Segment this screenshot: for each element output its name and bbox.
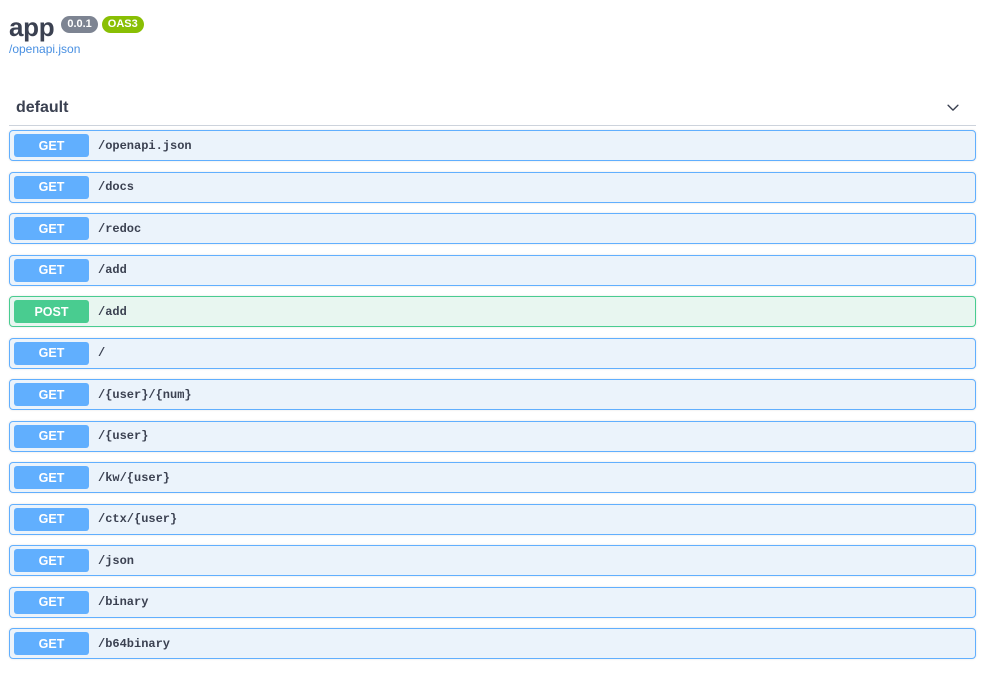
http-method-badge: GET <box>14 383 89 406</box>
endpoint-path: /json <box>98 553 135 568</box>
operation-row[interactable]: GET /add <box>9 254 976 286</box>
operation-row[interactable]: GET /{user} <box>9 420 976 452</box>
operation-row[interactable]: GET /json <box>9 545 976 576</box>
endpoint-path: /redoc <box>98 221 142 236</box>
operation-row[interactable]: GET /openapi.json <box>9 130 976 161</box>
operation-row[interactable]: GET /ctx/{user} <box>9 503 976 535</box>
api-info: app 0.0.1 OAS3 /openapi.json <box>9 12 144 56</box>
http-method-badge: GET <box>14 175 89 199</box>
title-row: app 0.0.1 OAS3 <box>9 12 144 42</box>
tag-name: default <box>16 98 69 116</box>
http-method-badge: GET <box>14 134 89 157</box>
operations-list: GET /openapi.json GET /docs GET /redoc G… <box>9 130 976 670</box>
endpoint-path: /b64binary <box>98 636 171 651</box>
http-method-badge: POST <box>14 300 89 323</box>
endpoint-path: /openapi.json <box>98 138 192 153</box>
endpoint-path: /add <box>98 263 127 277</box>
operation-row[interactable]: GET / <box>9 337 976 369</box>
endpoint-path: /add <box>98 304 127 319</box>
http-method-badge: GET <box>14 466 89 489</box>
endpoint-path: /{user} <box>98 429 149 443</box>
http-method-badge: GET <box>14 217 89 240</box>
operation-row[interactable]: POST /add <box>9 296 976 327</box>
operation-row[interactable]: GET /docs <box>9 171 976 203</box>
endpoint-path: /docs <box>98 180 135 194</box>
endpoint-path: /kw/{user} <box>98 470 171 485</box>
endpoint-path: / <box>98 346 106 360</box>
http-method-badge: GET <box>14 590 89 614</box>
http-method-badge: GET <box>14 549 89 572</box>
tag-section-header[interactable]: default <box>9 92 976 126</box>
endpoint-path: /binary <box>98 595 149 609</box>
openapi-spec-link[interactable]: /openapi.json <box>9 42 144 56</box>
http-method-badge: GET <box>14 341 89 365</box>
app-title: app <box>9 12 55 42</box>
http-method-badge: GET <box>14 507 89 531</box>
operation-row[interactable]: GET /b64binary <box>9 628 976 659</box>
http-method-badge: GET <box>14 424 89 448</box>
oas-badge: OAS3 <box>101 15 144 33</box>
operation-row[interactable]: GET /binary <box>9 586 976 618</box>
chevron-down-icon[interactable] <box>946 101 960 115</box>
version-badge: 0.0.1 <box>61 15 98 33</box>
endpoint-path: /{user}/{num} <box>98 387 192 402</box>
operation-row[interactable]: GET /kw/{user} <box>9 462 976 493</box>
operation-row[interactable]: GET /redoc <box>9 213 976 244</box>
http-method-badge: GET <box>14 258 89 282</box>
endpoint-path: /ctx/{user} <box>98 512 178 526</box>
operation-row[interactable]: GET /{user}/{num} <box>9 379 976 410</box>
http-method-badge: GET <box>14 632 89 655</box>
